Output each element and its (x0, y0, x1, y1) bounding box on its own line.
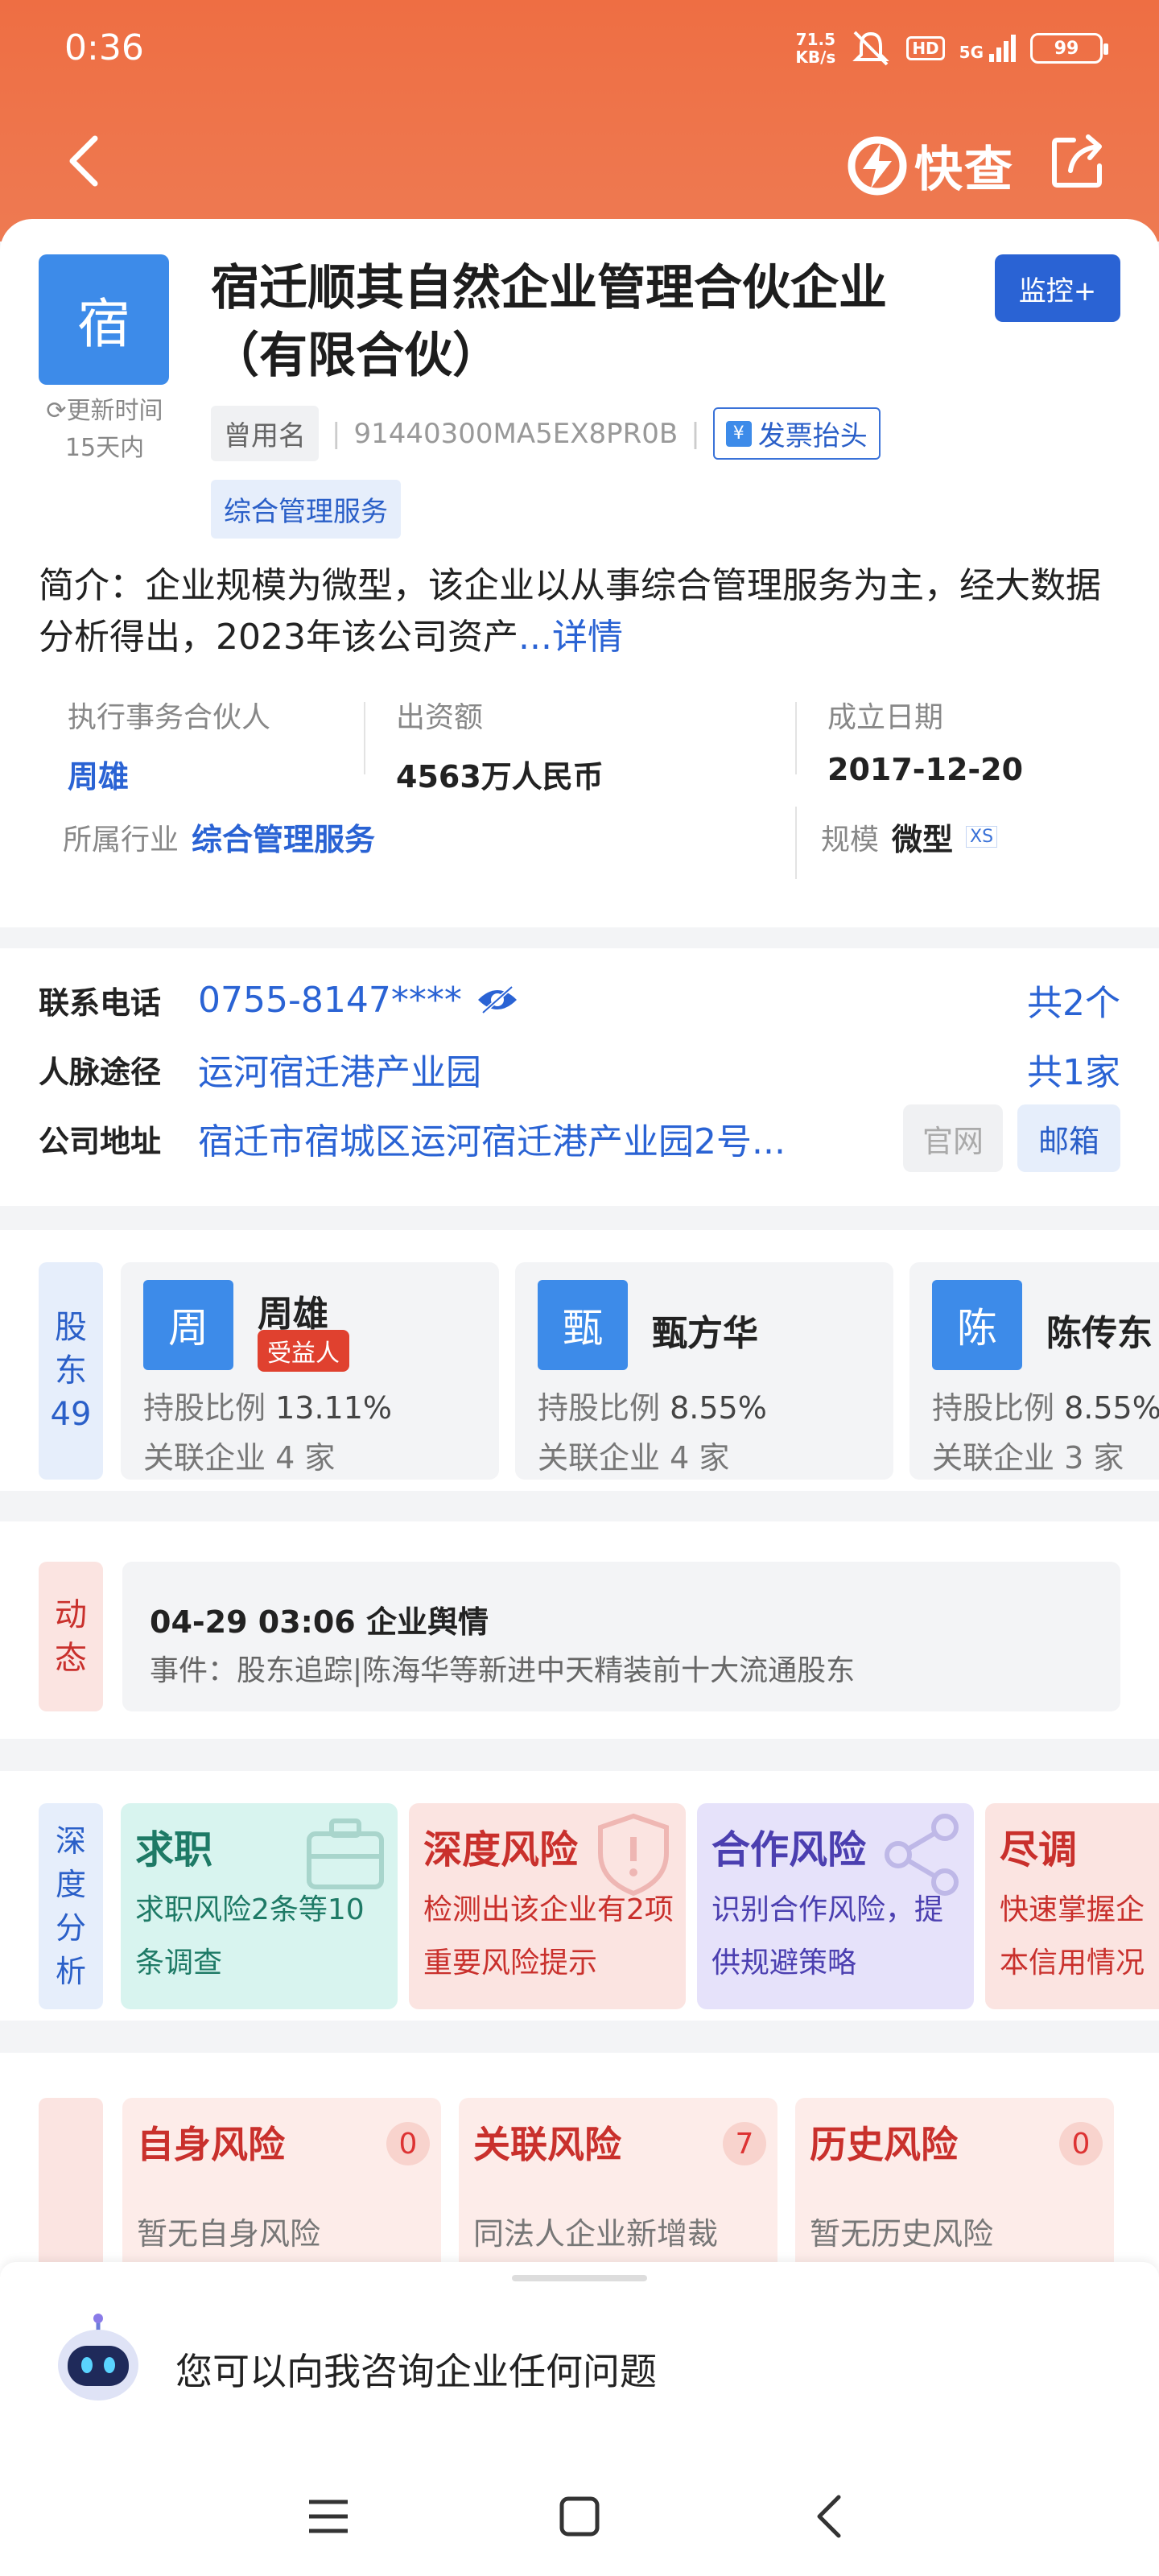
avatar: 陈 (932, 1280, 1022, 1370)
yuan-icon: ¥ (725, 420, 752, 447)
shareholder-card[interactable]: 陈 陈传东 持股比例 8.55% 关联企业 3 家 (909, 1262, 1159, 1480)
status-bar: 0:36 71.5 KB/s HD 5G 99 (0, 0, 1159, 97)
deep-item-job[interactable]: 求职 求职风险2条等10条调查 (121, 1803, 398, 2009)
system-nav-bar (0, 2439, 1159, 2576)
network-count[interactable]: 共1家 (1027, 1043, 1120, 1095)
update-time: ⟳更新时间 15天内 (46, 397, 163, 462)
risk-count: 0 (386, 2122, 430, 2165)
contact-card: 联系电话 0755-8147**** 共2个 人脉途径 运河宿迁港产业园 共1家… (0, 948, 1159, 1206)
industry-cell: 所属行业 综合管理服务 (63, 815, 375, 859)
ai-prompt: 您可以向我咨询企业任何问题 (175, 2350, 657, 2393)
deep-analysis-card: 深 度 分 析 求职 求职风险2条等10条调查 深度风险 检测出该企业有2项重要… (0, 1771, 1159, 2021)
deep-item-due-diligence[interactable]: 尽调 快速掌握企本信用情况 (985, 1803, 1159, 2009)
invoice-button[interactable]: ¥ 发票抬头 (712, 407, 881, 460)
battery-icon: 99 (1030, 33, 1108, 64)
founded-cell: 成立日期 2017-12-20 (827, 701, 1024, 787)
divider (795, 702, 797, 774)
company-logo: 宿 (39, 254, 169, 385)
signal-icon: 5G (959, 35, 1016, 62)
divider: | (691, 417, 700, 450)
avatar: 甄 (538, 1280, 628, 1370)
news-card: 动 态 04-29 03:06 企业舆情 事件：股东追踪|陈海华等新进中天精装前… (0, 1521, 1159, 1739)
phone-row[interactable]: 联系电话 0755-8147**** 共2个 (39, 968, 1120, 1032)
network-value[interactable]: 运河宿迁港产业园 (198, 1043, 481, 1095)
mute-icon (852, 31, 890, 66)
company-intro: 简介：企业规模为微型，该企业以从事综合管理服务为主，经大数据分析得出，2023年… (39, 565, 1101, 658)
news-title: 04-29 03:06 企业舆情 (150, 1604, 489, 1640)
deep-analysis-tab[interactable]: 深 度 分 析 (39, 1803, 103, 2009)
drag-handle[interactable] (512, 2275, 647, 2281)
deep-item-cooperation[interactable]: 合作风险 识别合作风险，提供规避策略 (697, 1803, 974, 2009)
news-desc: 事件：股东追踪|陈海华等新进中天精装前十大流通股东 (150, 1654, 856, 1687)
robot-assistant-icon (58, 2314, 138, 2401)
website-button[interactable]: 官网 (903, 1104, 1003, 1172)
hd-icon: HD (906, 36, 945, 60)
industry-tag[interactable]: 综合管理服务 (211, 480, 401, 539)
info-grid: 执行事务合伙人 周雄 出资额 4563万人民币 成立日期 2017-12-20 … (39, 694, 1125, 903)
risk-count: 7 (723, 2122, 766, 2165)
scale-cell: 规模 微型 XS (821, 815, 998, 859)
email-button[interactable]: 邮箱 (1017, 1104, 1120, 1172)
address-value[interactable]: 宿迁市宿城区运河宿迁港产业园2号... (198, 1113, 858, 1164)
shareholder-name: 陈传东 (1046, 1313, 1153, 1354)
shareholder-name: 甄方华 (652, 1313, 758, 1354)
former-name-tag[interactable]: 曾用名 (211, 406, 319, 461)
shareholder-card[interactable]: 甄 甄方华 持股比例 8.55% 关联企业 4 家 (515, 1262, 893, 1480)
partner-cell: 执行事务合伙人 周雄 (68, 701, 271, 796)
navbar: 快查 (0, 121, 1159, 201)
brand-logo: 快查 (847, 130, 1014, 200)
divider (364, 702, 365, 774)
shareholders-tab[interactable]: 股 东 49 (39, 1262, 103, 1480)
status-time: 0:36 (64, 27, 144, 68)
risk-item-related[interactable]: 关联风险 7 同法人企业新增裁 (459, 2098, 777, 2275)
risk-item-self[interactable]: 自身风险 0 暂无自身风险 (122, 2098, 441, 2275)
company-card: 宿 ⟳更新时间 15天内 宿迁顺其自然企业管理合伙企业（有限合伙） 监控+ 曾用… (0, 219, 1159, 927)
partner-link[interactable]: 周雄 (68, 752, 270, 796)
news-item[interactable]: 04-29 03:06 企业舆情 事件：股东追踪|陈海华等新进中天精装前十大流通… (122, 1562, 1120, 1711)
phone-count[interactable]: 共2个 (1027, 974, 1120, 1026)
deep-item-risk[interactable]: 深度风险 检测出该企业有2项重要风险提示 (409, 1803, 686, 2009)
scale-badge: XS (966, 826, 998, 848)
lightning-logo-icon (848, 136, 907, 195)
company-name: 宿迁顺其自然企业管理合伙企业（有限合伙） (211, 260, 887, 384)
risk-count: 0 (1059, 2122, 1103, 2165)
shareholders-card: 股 东 49 周 周雄 受益人 持股比例 13.11% 关联企业 4 家 甄 甄… (0, 1230, 1159, 1491)
home-icon[interactable] (547, 2484, 612, 2549)
intro-more-link[interactable]: ...详情 (518, 617, 623, 658)
tags-row: 曾用名 | 91440300MA5EX8PR0B | ¥ 发票抬头 (211, 406, 881, 461)
status-icons: 71.5 KB/s HD 5G 99 (795, 29, 1108, 68)
menu-icon[interactable] (296, 2484, 361, 2549)
brand-name: 快查 (914, 142, 1014, 198)
industry-link[interactable]: 综合管理服务 (192, 815, 375, 859)
capital-cell: 出资额 4563万人民币 (396, 701, 604, 795)
divider (795, 807, 797, 879)
eye-hidden-icon[interactable] (475, 984, 520, 1016)
refresh-icon: ⟳ (46, 397, 67, 425)
network-row[interactable]: 人脉途径 运河宿迁港产业园 共1家 (39, 1037, 1120, 1101)
back-arrow-icon[interactable] (56, 129, 113, 193)
shareholder-name: 周雄 (258, 1294, 328, 1335)
divider: | (332, 417, 341, 450)
network-speed: 71.5 KB/s (795, 30, 836, 67)
phone-value[interactable]: 0755-8147**** (198, 980, 462, 1021)
news-tab[interactable]: 动 态 (39, 1562, 103, 1711)
shareholder-card[interactable]: 周 周雄 受益人 持股比例 13.11% 关联企业 4 家 (121, 1262, 499, 1480)
monitor-button[interactable]: 监控+ (995, 254, 1120, 322)
back-icon[interactable] (798, 2484, 863, 2549)
share-icon[interactable] (1046, 129, 1111, 193)
credit-code: 91440300MA5EX8PR0B (353, 417, 678, 450)
avatar: 周 (143, 1280, 233, 1370)
beneficiary-badge: 受益人 (258, 1330, 349, 1372)
ai-assistant-bar[interactable]: 您可以向我咨询企业任何问题 (0, 2262, 1159, 2439)
risk-item-history[interactable]: 历史风险 0 暂无历史风险 (795, 2098, 1114, 2275)
